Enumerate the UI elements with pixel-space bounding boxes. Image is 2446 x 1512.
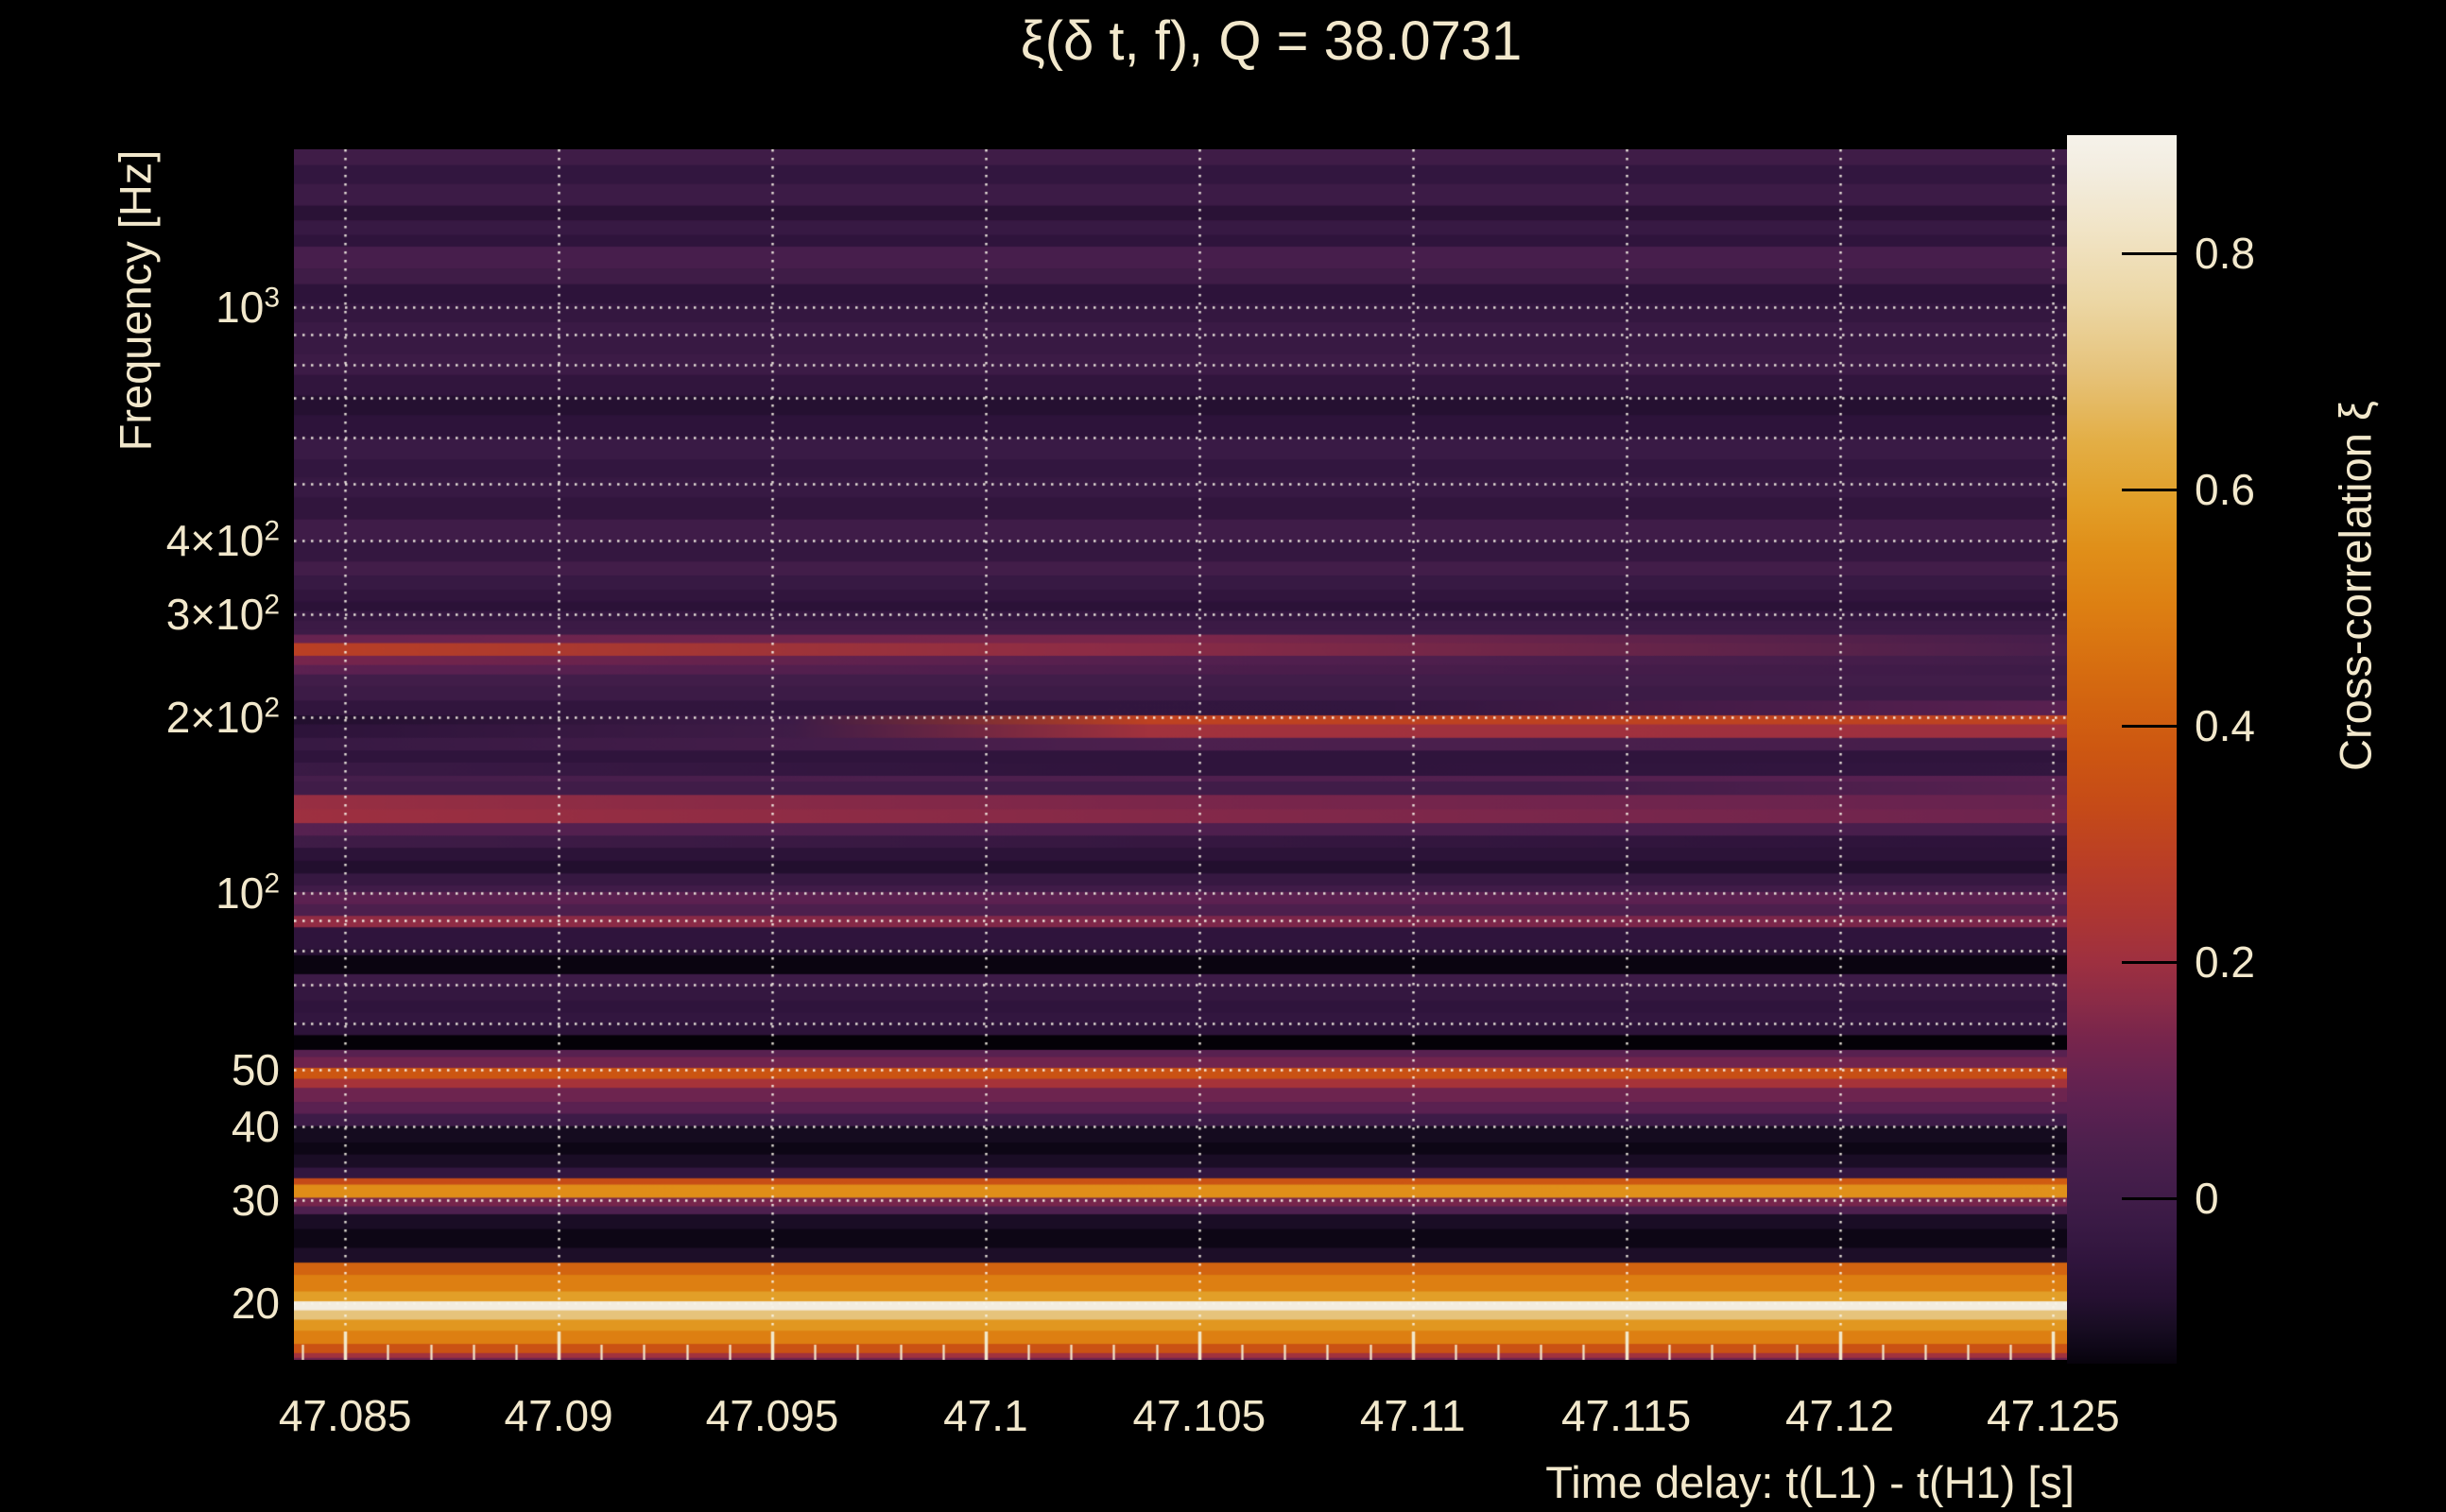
y-axis-title: Frequency [Hz] (110, 149, 161, 452)
colorbar-tick (2122, 724, 2177, 728)
x-tick-label: 47.09 (504, 1391, 613, 1440)
colorbar-title: Cross-correlation ξ (2330, 401, 2381, 771)
x-tick-label: 47.095 (705, 1391, 839, 1440)
x-tick-label: 47.12 (1784, 1391, 1895, 1440)
x-tick-label: 47.1 (943, 1391, 1028, 1440)
colorbar-tick (2122, 960, 2177, 964)
colorbar (2067, 135, 2177, 1364)
y-tick-label: 30 (231, 1175, 280, 1225)
figure: ξ(δ t, f), Q = 38.0731 Frequency [Hz] Ti… (0, 0, 2446, 1512)
y-tick-label: 20 (231, 1278, 280, 1328)
colorbar-tick (2122, 488, 2177, 491)
y-tick-label: 3×102 (165, 589, 280, 639)
heatmap (294, 149, 2075, 1360)
colorbar-tick-label: 0 (2195, 1174, 2219, 1223)
y-tick-label: 102 (215, 868, 280, 919)
y-tick-label: 40 (231, 1102, 280, 1152)
x-tick-label: 47.105 (1132, 1391, 1266, 1440)
colorbar-tick-label: 0.4 (2195, 701, 2255, 750)
plot-title: ξ(δ t, f), Q = 38.0731 (1020, 10, 1523, 72)
y-tick-label: 2×102 (165, 692, 280, 742)
colorbar-tick-label: 0.2 (2195, 937, 2255, 987)
x-tick-label: 47.125 (1987, 1391, 2120, 1440)
y-tick-label: 4×102 (165, 515, 280, 566)
x-axis-title: Time delay: t(L1) - t(H1) [s] (1545, 1457, 2075, 1507)
colorbar-tick (2122, 1196, 2177, 1200)
colorbar-tick (2122, 251, 2177, 255)
y-tick-label: 103 (215, 283, 280, 333)
colorbar-tick-label: 0.6 (2195, 465, 2255, 514)
x-tick-label: 47.085 (278, 1391, 412, 1440)
x-tick-label: 47.115 (1560, 1391, 1692, 1440)
y-tick-label: 50 (231, 1045, 280, 1095)
colorbar-tick-label: 0.8 (2195, 229, 2255, 278)
x-tick-label: 47.11 (1359, 1391, 1466, 1440)
